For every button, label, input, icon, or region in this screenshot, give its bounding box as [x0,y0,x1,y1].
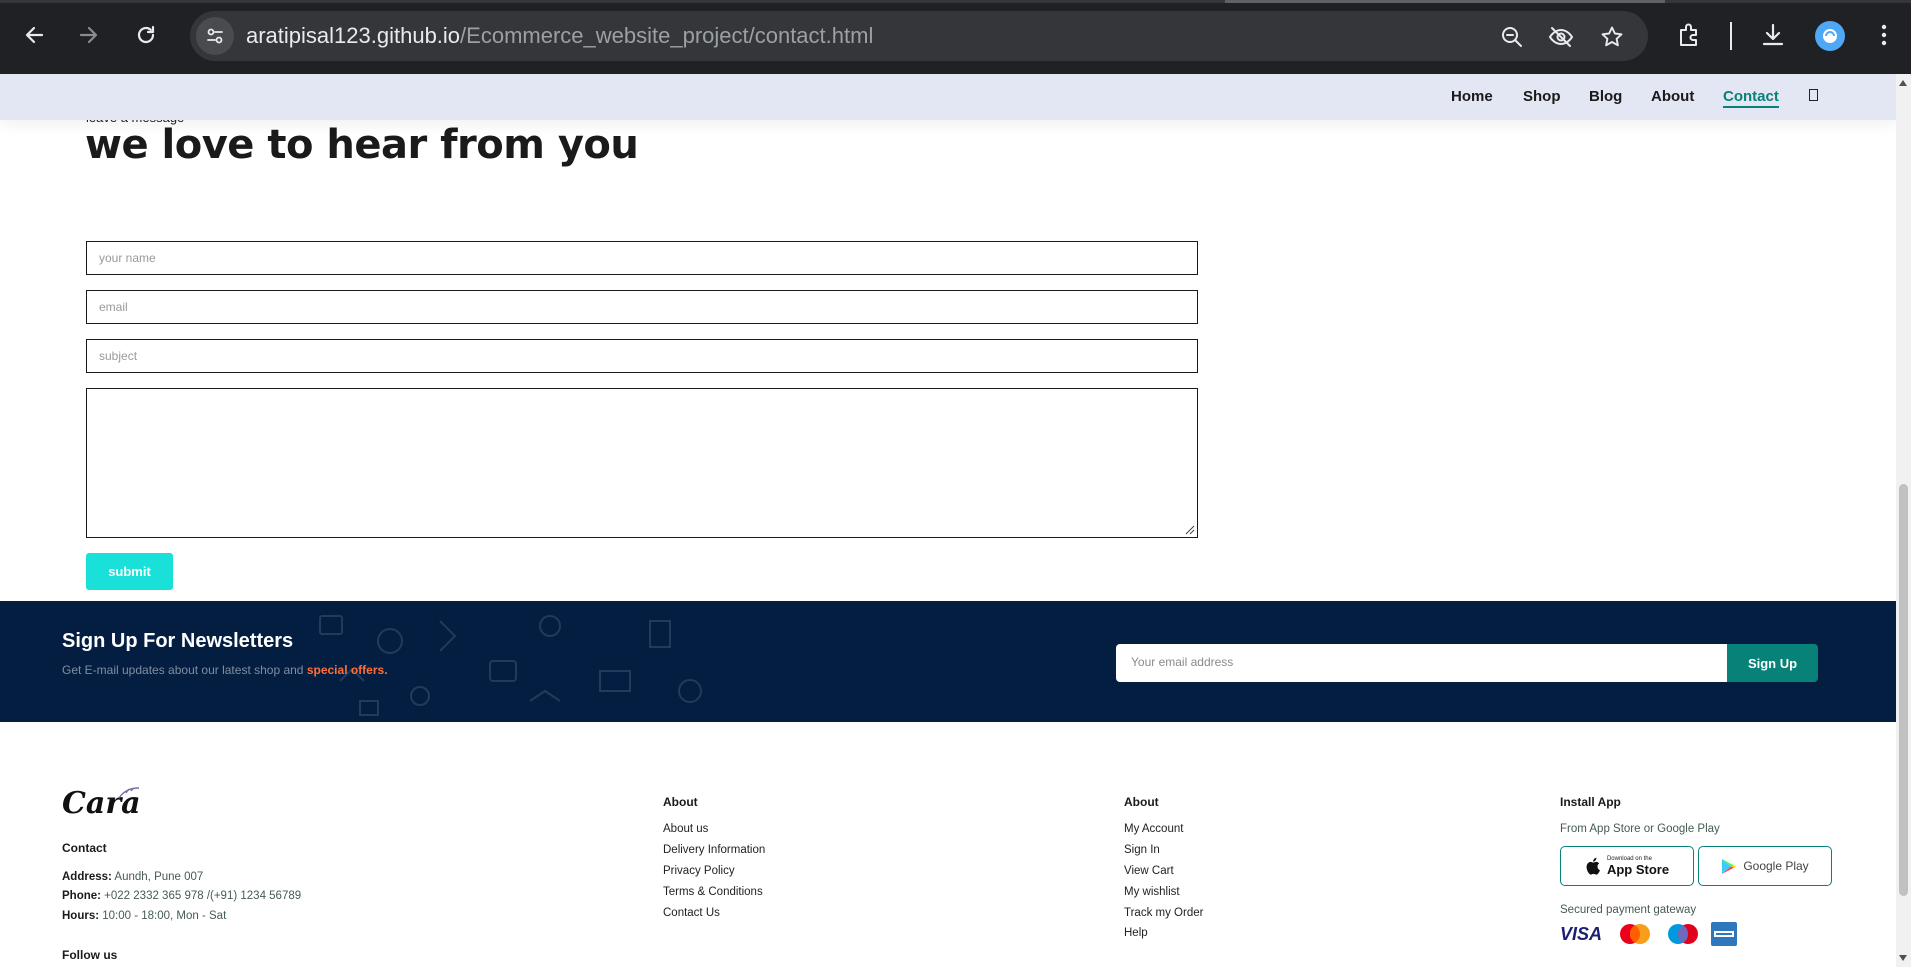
newsletter-subtitle-highlight: special offers. [306,663,388,677]
footer-link-help[interactable]: Help [1124,927,1148,939]
footer-col2-heading: About [1124,795,1159,809]
secured-payment-text: Secured payment gateway [1560,904,1697,916]
site-info-icon[interactable] [196,17,234,55]
newsletter-email-placeholder: Your email address [1131,655,1234,669]
nav-contact[interactable]: Contact [1723,88,1779,108]
site-header: Home Shop Blog About Contact [0,74,1896,120]
footer-link-privacy[interactable]: Privacy Policy [663,865,735,877]
address-bar[interactable]: aratipisal123.github.io/Ecommerce_websit… [190,11,1648,61]
back-button[interactable] [16,17,52,53]
footer-link-contact-us[interactable]: Contact Us [663,907,720,919]
newsletter-title: Sign Up For Newsletters [62,630,294,652]
subject-placeholder: subject [99,349,138,363]
hours-label: Hours: [62,910,100,922]
footer-link-my-account[interactable]: My Account [1124,823,1183,835]
newsletter-subtitle: Get E-mail updates about our latest shop… [62,663,388,677]
newsletter-signup-button[interactable]: Sign Up [1727,644,1818,682]
submit-button[interactable]: submit [86,553,173,590]
footer-link-wishlist[interactable]: My wishlist [1124,886,1180,898]
svg-text:VISA: VISA [1560,924,1602,944]
profile-avatar-icon[interactable] [1815,21,1845,51]
nav-about[interactable]: About [1651,88,1694,105]
shopping-bag-icon[interactable] [1809,89,1818,101]
footer-follow-heading: Follow us [62,948,118,962]
page-viewport: Home Shop Blog About Contact leave a mes… [0,74,1896,967]
form-title: we love to hear from you [85,122,639,168]
app-store-button[interactable]: Download on the App Store [1560,846,1694,886]
footer-phone: Phone: +022 2332 365 978 /(+91) 1234 567… [62,890,301,902]
zoom-icon[interactable] [1499,24,1525,50]
nav-blog[interactable]: Blog [1589,88,1622,105]
mastercard-icon [1615,922,1655,946]
footer-link-delivery[interactable]: Delivery Information [663,844,765,856]
email-placeholder: email [99,300,128,314]
footer-link-view-cart[interactable]: View Cart [1124,865,1174,877]
newsletter-section: Sign Up For Newsletters Get E-mail updat… [0,601,1896,722]
address-label: Address: [62,871,112,883]
app-store-label: Download on the App Store [1607,856,1669,877]
google-play-label: Google Play [1743,859,1809,873]
footer-link-terms[interactable]: Terms & Conditions [663,886,763,898]
scroll-down-icon[interactable] [1899,955,1907,961]
footer-link-track-order[interactable]: Track my Order [1124,907,1203,919]
google-play-button[interactable]: Google Play [1698,846,1832,886]
footer-link-sign-in[interactable]: Sign In [1124,844,1160,856]
url-host: aratipisal123.github.io [246,23,461,48]
url-path: /Ecommerce_website_project/contact.html [460,23,874,48]
apple-icon [1586,857,1600,875]
scroll-up-icon[interactable] [1899,80,1907,86]
footer-link-about-us[interactable]: About us [663,823,708,835]
browser-toolbar: aratipisal123.github.io/Ecommerce_websit… [0,0,1911,74]
browser-menu-icon[interactable] [1868,19,1900,51]
name-input[interactable]: your name [86,241,1198,275]
name-placeholder: your name [99,251,156,265]
footer-address: Address: Aundh, Pune 007 [62,871,203,883]
amex-icon [1711,922,1737,946]
phone-value: +022 2332 365 978 /(+91) 1234 56789 [100,890,302,902]
forward-button[interactable] [71,17,107,53]
phone-label: Phone: [62,890,101,902]
extensions-icon[interactable] [1674,19,1706,51]
footer-contact-heading: Contact [62,841,107,855]
bookmark-star-icon[interactable] [1599,24,1625,50]
logo-leaf-icon [118,787,140,799]
address-value: Aundh, Pune 007 [111,871,204,883]
newsletter-pattern-icon [319,615,702,716]
google-play-icon [1722,858,1737,874]
subject-input[interactable]: subject [86,339,1198,373]
tab-strip [0,0,1911,3]
resize-grip-icon[interactable] [1185,525,1195,535]
install-app-subtitle: From App Store or Google Play [1560,823,1720,835]
maestro-icon [1663,922,1703,946]
footer-hours: Hours: 10:00 - 18:00, Mon - Sat [62,910,226,922]
message-textarea[interactable] [86,388,1198,538]
newsletter-subtitle-text: Get E-mail updates about our latest shop… [62,663,307,677]
download-icon[interactable] [1757,19,1789,51]
footer-col1-heading: About [663,795,698,809]
nav-home[interactable]: Home [1451,88,1493,105]
newsletter-email-input[interactable]: Your email address [1116,644,1727,682]
nav-shop[interactable]: Shop [1523,88,1561,105]
toolbar-separator [1730,22,1732,50]
eye-off-icon[interactable] [1548,24,1574,50]
hours-value: 10:00 - 18:00, Mon - Sat [99,910,227,922]
url-text[interactable]: aratipisal123.github.io/Ecommerce_websit… [246,23,873,49]
scrollbar-thumb[interactable] [1899,484,1908,896]
app-store-big: App Store [1606,861,1670,877]
visa-icon: VISA [1560,922,1602,946]
email-input[interactable]: email [86,290,1198,324]
site-footer: Cara Contact Address: Aundh, Pune 007 Ph… [0,722,1896,967]
page-scrollbar[interactable] [1896,74,1911,967]
install-app-heading: Install App [1560,795,1621,809]
reload-button[interactable] [128,17,164,53]
